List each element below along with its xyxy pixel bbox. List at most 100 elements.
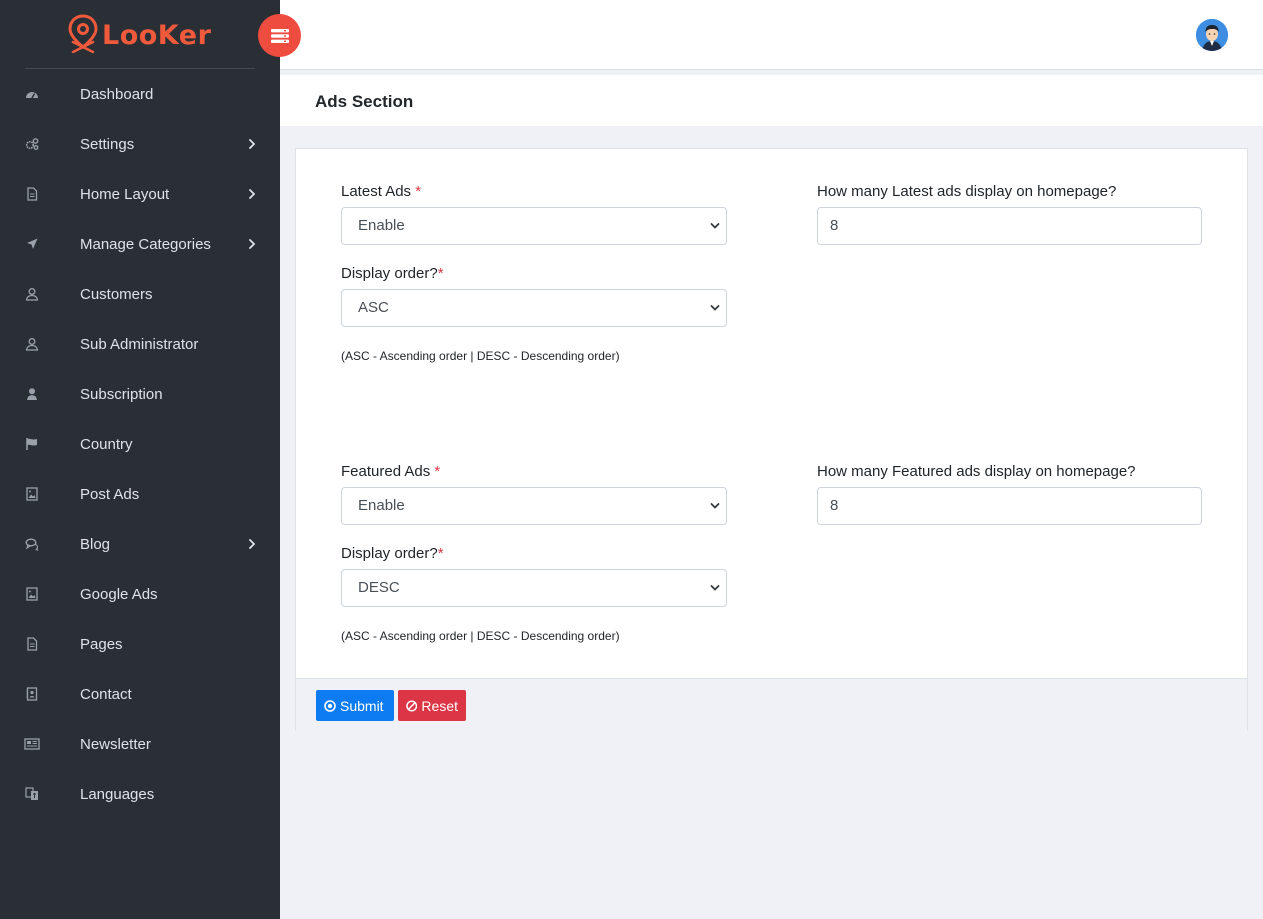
latest-ads-label-text: Latest Ads xyxy=(341,183,412,200)
dashboard-icon xyxy=(24,87,39,102)
comments-icon xyxy=(24,537,39,552)
sidebar-item-sub-administrator[interactable]: Sub Administrator xyxy=(0,319,280,369)
sidebar-item-customers[interactable]: Customers xyxy=(0,269,280,319)
contact-card-icon xyxy=(24,687,39,702)
user-icon xyxy=(24,337,39,352)
sidebar-item-label: Subscription xyxy=(80,385,163,403)
top-bar xyxy=(280,0,1263,70)
chevron-right-icon xyxy=(246,187,258,201)
featured-count-label: How many Featured ads display on homepag… xyxy=(817,463,1136,480)
sidebar-item-home-layout[interactable]: Home Layout xyxy=(0,169,280,219)
sidebar-toggle-button[interactable] xyxy=(258,14,301,57)
user-avatar[interactable] xyxy=(1196,19,1228,51)
sidebar-item-label: Dashboard xyxy=(80,85,154,103)
sidebar-item-languages[interactable]: Languages xyxy=(0,769,280,819)
brand-area: LooKer xyxy=(0,0,280,68)
language-icon xyxy=(24,787,39,802)
sidebar-item-label: Home Layout xyxy=(80,185,170,203)
brand-logo[interactable]: LooKer xyxy=(66,14,211,56)
required-mark: * xyxy=(434,463,441,480)
featured-order-hint: (ASC - Ascending order | DESC - Descendi… xyxy=(341,629,620,643)
avatar-face-icon xyxy=(1196,19,1228,51)
featured-ads-select-value: Enable xyxy=(358,497,405,514)
sidebar-item-settings[interactable]: Settings xyxy=(0,119,280,169)
ads-form-card: Latest Ads * Enable How many Latest ads … xyxy=(295,148,1248,731)
required-mark: * xyxy=(437,545,444,562)
sidebar-item-manage-categories[interactable]: Manage Categories xyxy=(0,219,280,269)
latest-ads-select-value: Enable xyxy=(358,217,405,234)
latest-order-label-text: Display order? xyxy=(341,265,438,282)
sidebar-item-label: Pages xyxy=(80,635,123,653)
sidebar-item-label: Manage Categories xyxy=(80,235,211,253)
latest-order-label: Display order?* xyxy=(341,265,444,282)
location-arrow-icon xyxy=(24,237,39,252)
chevron-right-icon xyxy=(246,237,258,251)
latest-order-select[interactable]: ASC xyxy=(341,289,727,327)
chevron-right-icon xyxy=(246,537,258,551)
page-title: Ads Section xyxy=(315,92,414,111)
brand-name: LooKer xyxy=(102,19,212,51)
chevron-right-icon xyxy=(246,137,258,151)
sidebar-nav: Dashboard Settings Home Layout Manage Categ… xyxy=(0,69,280,819)
file-icon xyxy=(24,187,39,202)
latest-order-hint: (ASC - Ascending order | DESC - Descendi… xyxy=(341,349,620,363)
featured-order-select[interactable]: DESC xyxy=(341,569,727,607)
featured-ads-label-text: Featured Ads xyxy=(341,463,431,480)
latest-ads-select[interactable]: Enable xyxy=(341,207,727,245)
featured-order-label-text: Display order? xyxy=(341,545,438,562)
chevron-down-icon xyxy=(710,223,720,229)
latest-ads-label: Latest Ads * xyxy=(341,183,421,200)
cogs-icon xyxy=(24,137,39,152)
featured-count-value: 8 xyxy=(830,497,839,514)
ban-icon xyxy=(406,699,418,712)
sidebar-item-label: Google Ads xyxy=(80,585,158,603)
sidebar: LooKer Dashboard Settings Home Layout Manag… xyxy=(0,0,280,919)
latest-count-input[interactable]: 8 xyxy=(817,207,1202,245)
sidebar-item-label: Customers xyxy=(80,285,153,303)
user-icon xyxy=(24,287,39,302)
server-stack-icon xyxy=(270,28,289,43)
sidebar-item-label: Sub Administrator xyxy=(80,335,199,353)
featured-ads-label: Featured Ads * xyxy=(341,463,440,480)
dot-circle-icon xyxy=(324,699,336,712)
sidebar-item-label: Country xyxy=(80,435,133,453)
form-actions: Submit Reset xyxy=(296,678,1247,731)
sidebar-item-blog[interactable]: Blog xyxy=(0,519,280,569)
newspaper-icon xyxy=(24,737,40,752)
chevron-down-icon xyxy=(710,585,720,591)
latest-order-select-value: ASC xyxy=(358,299,389,316)
sidebar-item-post-ads[interactable]: Post Ads xyxy=(0,469,280,519)
sidebar-item-label: Languages xyxy=(80,785,155,803)
chevron-down-icon xyxy=(710,503,720,509)
featured-count-input[interactable]: 8 xyxy=(817,487,1202,525)
sidebar-item-label: Post Ads xyxy=(80,485,140,503)
sidebar-item-label: Newsletter xyxy=(80,735,151,753)
file-icon xyxy=(24,637,39,652)
sidebar-item-google-ads[interactable]: Google Ads xyxy=(0,569,280,619)
chevron-down-icon xyxy=(710,305,720,311)
reset-button-label: Reset xyxy=(421,697,458,714)
featured-order-select-value: DESC xyxy=(358,579,400,596)
sidebar-item-newsletter[interactable]: Newsletter xyxy=(0,719,280,769)
featured-order-label: Display order?* xyxy=(341,545,444,562)
sidebar-item-label: Blog xyxy=(80,535,111,553)
reset-button[interactable]: Reset xyxy=(398,690,466,721)
sidebar-item-dashboard[interactable]: Dashboard xyxy=(0,69,280,119)
sidebar-item-pages[interactable]: Pages xyxy=(0,619,280,669)
sidebar-item-subscription[interactable]: Subscription xyxy=(0,369,280,419)
sidebar-item-contact[interactable]: Contact xyxy=(0,669,280,719)
image-icon xyxy=(24,487,39,502)
submit-button-label: Submit xyxy=(340,697,384,714)
required-mark: * xyxy=(437,265,444,282)
latest-count-label: How many Latest ads display on homepage? xyxy=(817,183,1117,200)
page-header: Ads Section xyxy=(280,75,1263,126)
map-pin-logo-icon xyxy=(68,14,98,54)
submit-button[interactable]: Submit xyxy=(316,690,394,721)
sidebar-item-label: Contact xyxy=(80,685,132,703)
featured-ads-select[interactable]: Enable xyxy=(341,487,727,525)
flag-icon xyxy=(24,437,39,452)
required-mark: * xyxy=(415,183,422,200)
image-icon xyxy=(24,587,39,602)
sidebar-item-country[interactable]: Country xyxy=(0,419,280,469)
user-solid-icon xyxy=(24,387,39,402)
